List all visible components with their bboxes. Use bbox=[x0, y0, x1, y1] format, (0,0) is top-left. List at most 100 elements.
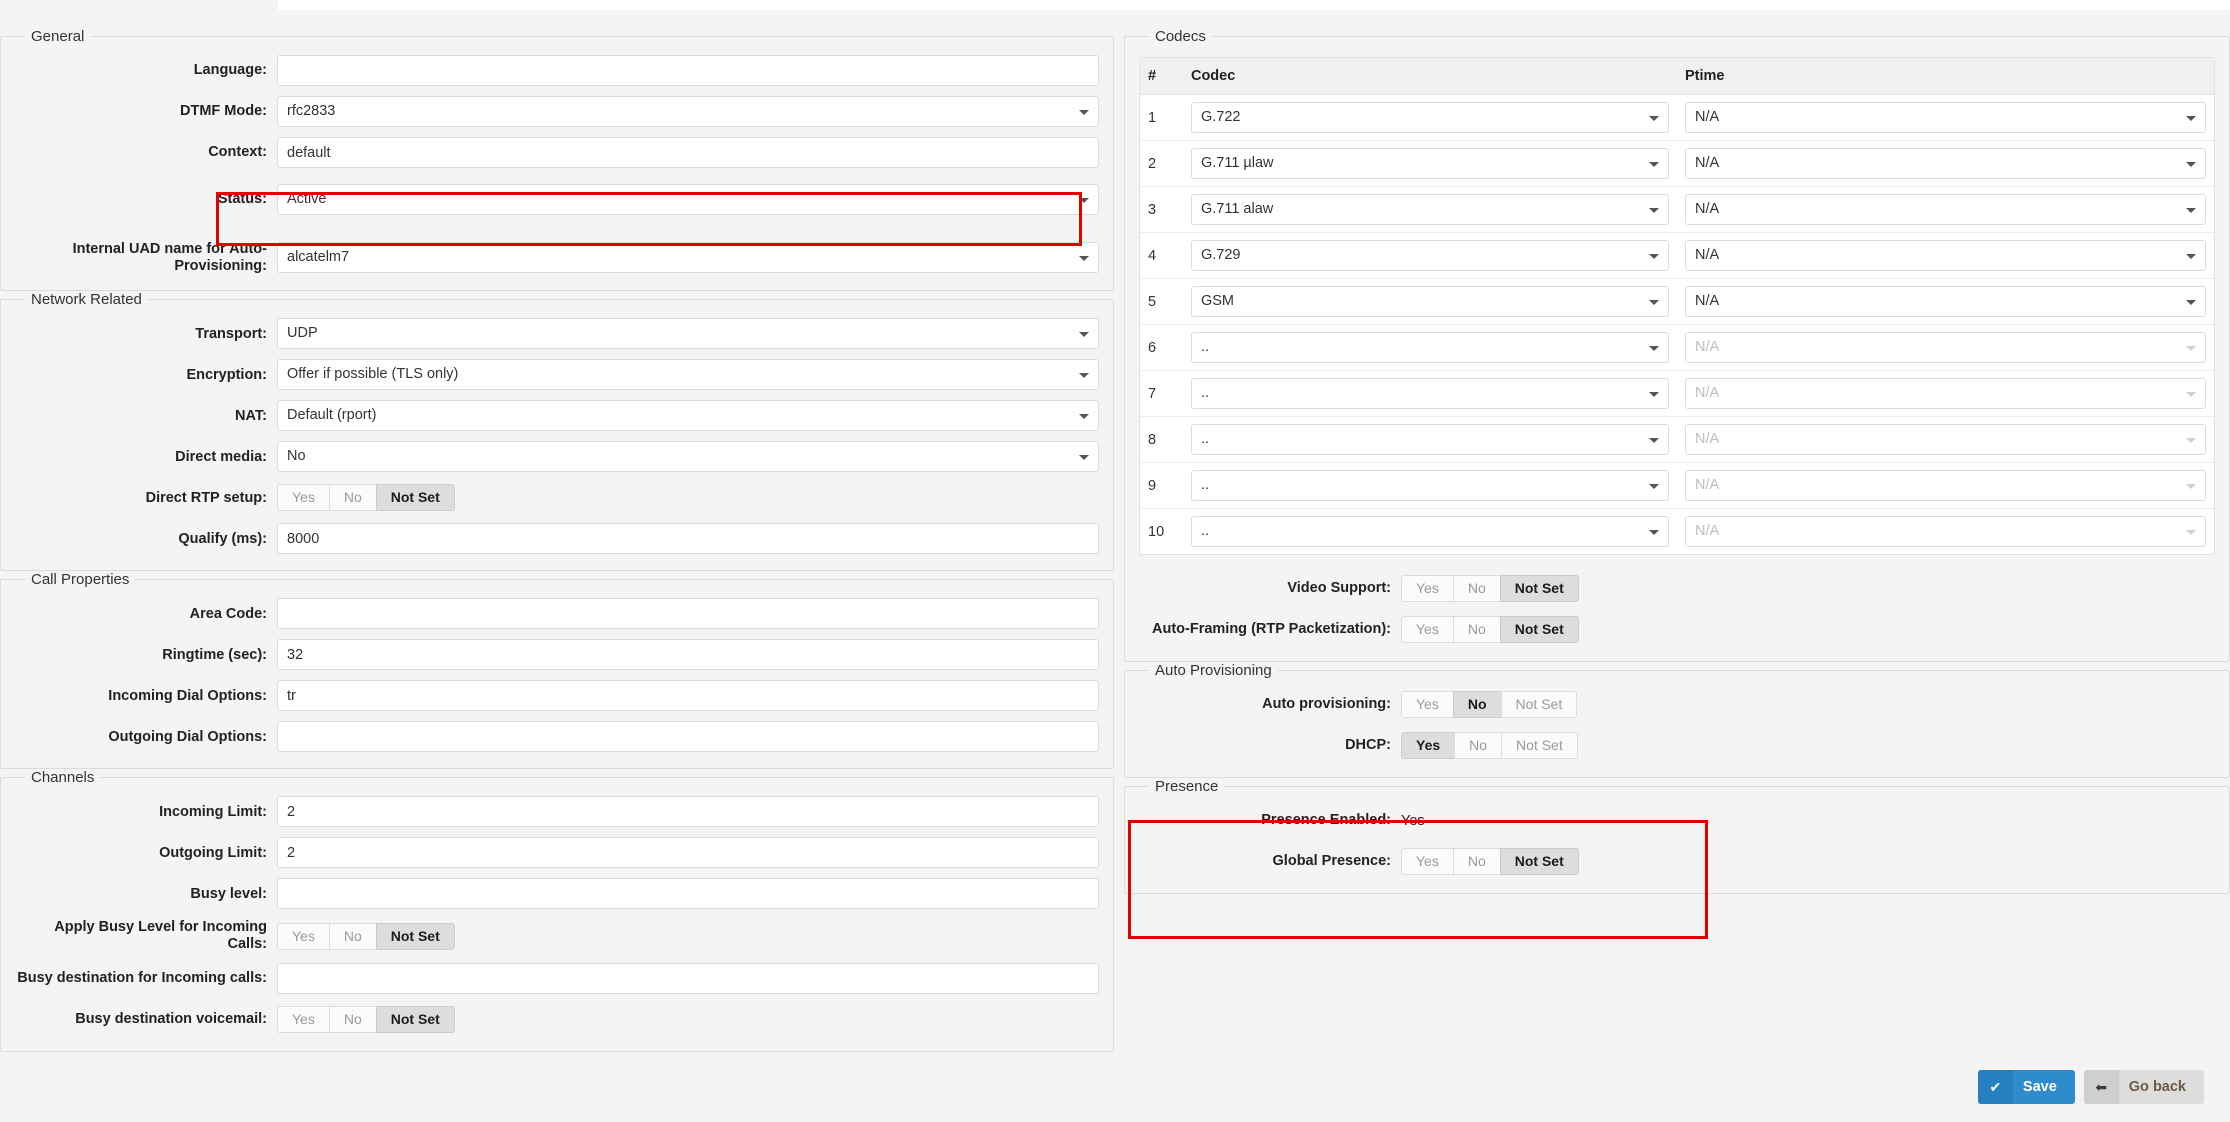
global-presence-toggle[interactable]: Yes No Not Set bbox=[1401, 848, 1579, 875]
dhcp-no[interactable]: No bbox=[1454, 732, 1502, 759]
codec-row-index: 9 bbox=[1140, 462, 1183, 509]
busy-destination-incoming-input[interactable] bbox=[277, 962, 1099, 994]
video-support-no[interactable]: No bbox=[1452, 575, 1500, 602]
busy-level-input[interactable] bbox=[277, 878, 1099, 910]
area-code-input[interactable] bbox=[277, 598, 1099, 630]
field-outgoing-limit: Outgoing Limit: bbox=[15, 837, 1099, 869]
direct-rtp-setup-yes[interactable]: Yes bbox=[277, 484, 329, 512]
ptime-select-4[interactable]: N/A bbox=[1685, 240, 2206, 271]
codec-select-6[interactable]: .. bbox=[1190, 332, 1669, 363]
video-support-yes[interactable]: Yes bbox=[1401, 575, 1453, 602]
dtmf-mode-select[interactable]: rfc2833 bbox=[277, 96, 1099, 127]
codec-row-index: 3 bbox=[1140, 186, 1183, 233]
codec-select-3[interactable]: G.711 alaw bbox=[1190, 194, 1669, 225]
table-row: 7 .. N/A bbox=[1140, 370, 2214, 417]
direct-rtp-setup-notset[interactable]: Not Set bbox=[375, 484, 455, 512]
apply-busy-level-yes[interactable]: Yes bbox=[277, 922, 329, 950]
dhcp-toggle[interactable]: Yes No Not Set bbox=[1401, 732, 1578, 759]
transport-select[interactable]: UDP bbox=[277, 318, 1099, 350]
field-dhcp: DHCP: Yes No Not Set bbox=[1139, 730, 2215, 761]
field-area-code-label: Area Code: bbox=[189, 605, 267, 622]
field-dtmf-mode-label: DTMF Mode: bbox=[180, 103, 267, 120]
arrow-left-icon: ⬅ bbox=[2083, 1070, 2119, 1104]
busy-destination-voicemail-no[interactable]: No bbox=[328, 1005, 376, 1033]
field-auto-provisioning-label: Auto provisioning: bbox=[1262, 696, 1391, 713]
language-input[interactable] bbox=[277, 55, 1099, 86]
chevron-down-icon bbox=[1649, 345, 1659, 351]
apply-busy-level-no[interactable]: No bbox=[328, 922, 376, 950]
auto-provisioning-toggle[interactable]: Yes No Not Set bbox=[1401, 691, 1578, 718]
field-transport: Transport: UDP bbox=[15, 318, 1099, 350]
codec-select-1[interactable]: G.722 bbox=[1190, 102, 1669, 133]
go-back-button[interactable]: ⬅ Go back bbox=[2083, 1070, 2204, 1104]
chevron-down-icon bbox=[2186, 529, 2196, 535]
global-presence-yes[interactable]: Yes bbox=[1401, 848, 1453, 875]
auto-framing-toggle[interactable]: Yes No Not Set bbox=[1401, 616, 1579, 643]
direct-rtp-setup-toggle[interactable]: Yes No Not Set bbox=[277, 484, 455, 512]
auto-framing-notset[interactable]: Not Set bbox=[1499, 616, 1579, 643]
ptime-select-3[interactable]: N/A bbox=[1685, 194, 2206, 225]
direct-media-select[interactable]: No bbox=[277, 441, 1099, 473]
field-qualify-label: Qualify (ms): bbox=[178, 530, 267, 547]
ptime-select-5[interactable]: N/A bbox=[1685, 286, 2206, 317]
codec-select-4[interactable]: G.729 bbox=[1190, 240, 1669, 271]
qualify-input[interactable] bbox=[277, 523, 1099, 555]
field-busy-destination-incoming: Busy destination for Incoming calls: bbox=[15, 962, 1099, 994]
codec-select-7[interactable]: .. bbox=[1190, 378, 1669, 409]
form-actions: ✔ Save ⬅ Go back bbox=[1977, 1070, 2204, 1104]
ringtime-input[interactable] bbox=[277, 639, 1099, 671]
global-presence-notset[interactable]: Not Set bbox=[1499, 848, 1579, 875]
chevron-down-icon bbox=[2186, 437, 2196, 443]
ptime-select-1[interactable]: N/A bbox=[1685, 102, 2206, 133]
internal-uad-name-select[interactable]: alcatelm7 bbox=[277, 242, 1099, 274]
apply-busy-level-toggle[interactable]: Yes No Not Set bbox=[277, 922, 455, 950]
chevron-down-icon bbox=[1079, 197, 1089, 203]
auto-provisioning-no[interactable]: No bbox=[1452, 691, 1501, 718]
auto-framing-yes[interactable]: Yes bbox=[1401, 616, 1453, 643]
ptime-select-10: N/A bbox=[1685, 516, 2206, 547]
context-input[interactable] bbox=[277, 137, 1099, 168]
codec-select-9[interactable]: .. bbox=[1190, 470, 1669, 501]
field-ringtime-label: Ringtime (sec): bbox=[162, 646, 267, 663]
auto-provisioning-yes[interactable]: Yes bbox=[1401, 691, 1453, 718]
chevron-down-icon bbox=[1649, 299, 1659, 305]
field-incoming-limit-label: Incoming Limit: bbox=[159, 803, 267, 820]
busy-destination-voicemail-toggle[interactable]: Yes No Not Set bbox=[277, 1005, 455, 1033]
section-channels-legend: Channels bbox=[31, 769, 95, 787]
busy-destination-voicemail-notset[interactable]: Not Set bbox=[375, 1005, 455, 1033]
incoming-limit-input[interactable] bbox=[277, 796, 1099, 828]
video-support-notset[interactable]: Not Set bbox=[1499, 575, 1579, 602]
field-incoming-limit: Incoming Limit: bbox=[15, 796, 1099, 828]
nat-select[interactable]: Default (rport) bbox=[277, 400, 1099, 432]
codec-value-9: .. bbox=[1200, 477, 1210, 493]
auto-provisioning-notset[interactable]: Not Set bbox=[1500, 691, 1578, 718]
codec-value-1: G.722 bbox=[1200, 109, 1241, 125]
busy-destination-voicemail-yes[interactable]: Yes bbox=[277, 1005, 329, 1033]
outgoing-limit-input[interactable] bbox=[277, 837, 1099, 869]
table-row: 8 .. N/A bbox=[1140, 416, 2214, 463]
dhcp-yes[interactable]: Yes bbox=[1401, 732, 1455, 759]
video-support-toggle[interactable]: Yes No Not Set bbox=[1401, 575, 1579, 602]
encryption-select[interactable]: Offer if possible (TLS only) bbox=[277, 359, 1099, 391]
ptime-select-2[interactable]: N/A bbox=[1685, 148, 2206, 179]
field-nat-label: NAT: bbox=[235, 407, 267, 424]
field-auto-framing-label: Auto-Framing (RTP Packetization): bbox=[1152, 621, 1391, 638]
auto-framing-no[interactable]: No bbox=[1452, 616, 1500, 643]
codec-select-10[interactable]: .. bbox=[1190, 516, 1669, 547]
codec-row-index: 2 bbox=[1140, 140, 1183, 187]
save-button[interactable]: ✔ Save bbox=[1977, 1070, 2075, 1104]
outgoing-dial-options-input[interactable] bbox=[277, 721, 1099, 753]
save-button-label: Save bbox=[2022, 1079, 2057, 1095]
apply-busy-level-notset[interactable]: Not Set bbox=[375, 922, 455, 950]
dhcp-notset[interactable]: Not Set bbox=[1501, 732, 1578, 759]
codec-select-2[interactable]: G.711 µlaw bbox=[1190, 148, 1669, 179]
right-column: Codecs # Codec Ptime 1 G.722 N/A 2 G.711… bbox=[1124, 28, 2230, 894]
global-presence-no[interactable]: No bbox=[1452, 848, 1500, 875]
field-dhcp-label: DHCP: bbox=[1345, 737, 1391, 754]
status-select[interactable]: Active bbox=[277, 184, 1099, 215]
section-auto-provisioning: Auto Provisioning Auto provisioning: Yes… bbox=[1124, 662, 2230, 778]
incoming-dial-options-input[interactable] bbox=[277, 680, 1099, 712]
codec-select-8[interactable]: .. bbox=[1190, 424, 1669, 455]
codec-select-5[interactable]: GSM bbox=[1190, 286, 1669, 317]
direct-rtp-setup-no[interactable]: No bbox=[328, 484, 376, 512]
